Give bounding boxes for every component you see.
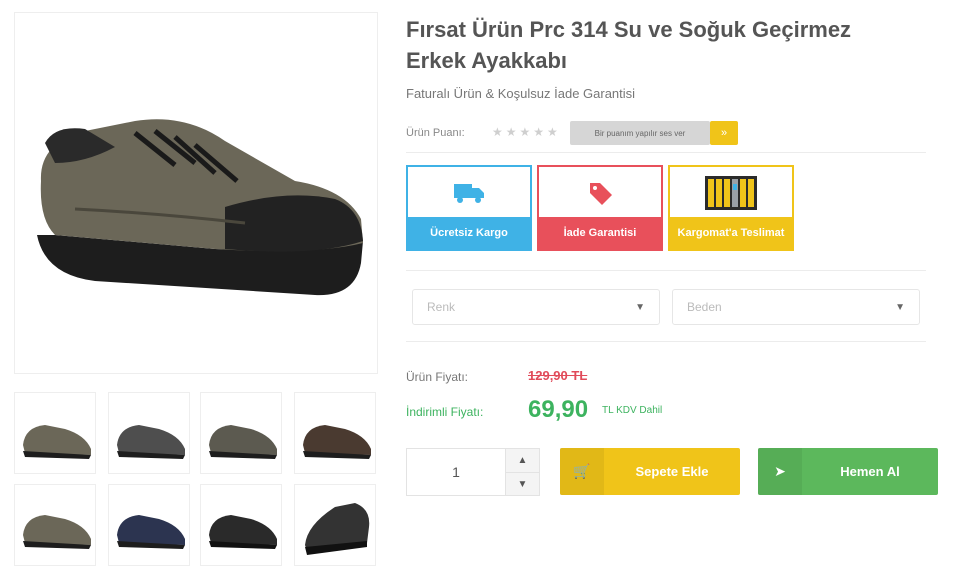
variant-selectors: Renk ▼ Beden ▼ bbox=[406, 270, 926, 342]
product-title: Fırsat Ürün Prc 314 Su ve Soğuk Geçirmez… bbox=[406, 17, 852, 73]
thumbnail-5[interactable] bbox=[14, 484, 96, 566]
buy-now-label: Hemen Al bbox=[840, 464, 900, 479]
rocket-icon: ➤ bbox=[758, 448, 802, 495]
size-select[interactable]: Beden ▼ bbox=[672, 289, 920, 325]
kargomat-delivery-label: Kargomat'a Teslimat bbox=[670, 217, 792, 249]
rating-row: Ürün Puanı: ★★★★★ Bir puanım yapılır ses… bbox=[406, 121, 926, 153]
thumbnail-shoe-image bbox=[305, 503, 370, 555]
size-select-placeholder: Beden bbox=[687, 300, 722, 314]
color-select-placeholder: Renk bbox=[427, 300, 456, 314]
old-price-label: Ürün Fiyatı: bbox=[406, 370, 469, 384]
add-to-cart-button[interactable]: 🛒 Sepete Ekle bbox=[560, 448, 740, 495]
quantity-stepper: 1 ▲ ▼ bbox=[406, 448, 540, 496]
thumbnail-1[interactable] bbox=[14, 392, 96, 474]
product-subtitle: Faturalı Ürün & Koşulsuz İade Garantisi bbox=[406, 86, 636, 101]
shoe-image bbox=[37, 119, 364, 296]
new-price-tail: TL KDV Dahil bbox=[602, 405, 663, 416]
chevron-down-icon: ▼ bbox=[635, 302, 645, 313]
rating-stars[interactable]: ★★★★★ bbox=[492, 125, 561, 139]
add-to-cart-label: Sepete Ekle bbox=[635, 464, 709, 479]
thumbnail-shoe-image bbox=[23, 515, 91, 549]
free-shipping-label: Ücretsiz Kargo bbox=[408, 217, 530, 249]
old-price: 129,90 TL bbox=[528, 368, 588, 383]
thumbnail-shoe-image bbox=[117, 515, 185, 549]
thumbnail-8[interactable] bbox=[294, 484, 376, 566]
vote-go-button[interactable]: » bbox=[710, 121, 738, 145]
new-price: 69,90 bbox=[528, 396, 589, 423]
thumbnail-4[interactable] bbox=[294, 392, 376, 474]
thumbnail-shoe-image bbox=[117, 425, 185, 459]
free-shipping-box: Ücretsiz Kargo bbox=[406, 165, 532, 251]
truck-icon bbox=[454, 184, 484, 203]
thumbnail-2[interactable] bbox=[108, 392, 190, 474]
return-guarantee-label: İade Garantisi bbox=[539, 217, 661, 249]
main-product-image[interactable] bbox=[14, 12, 378, 374]
rating-label: Ürün Puanı: bbox=[406, 127, 465, 139]
cart-icon: 🛒 bbox=[560, 448, 604, 495]
tag-icon bbox=[590, 183, 612, 205]
quantity-input[interactable]: 1 bbox=[407, 449, 505, 495]
thumbnail-shoe-image bbox=[23, 425, 91, 459]
kargomat-delivery-box: Kargomat'a Teslimat bbox=[668, 165, 794, 251]
thumbnail-shoe-image bbox=[209, 425, 277, 459]
return-guarantee-box: İade Garantisi bbox=[537, 165, 663, 251]
buy-now-button[interactable]: ➤ Hemen Al bbox=[758, 448, 938, 495]
locker-icon bbox=[705, 176, 757, 210]
thumbnail-shoe-image bbox=[303, 425, 371, 459]
new-price-label: İndirimli Fiyatı: bbox=[406, 405, 484, 419]
thumbnail-7[interactable] bbox=[200, 484, 282, 566]
thumbnail-3[interactable] bbox=[200, 392, 282, 474]
thumbnail-6[interactable] bbox=[108, 484, 190, 566]
vote-button[interactable]: Bir puanım yapılır ses ver bbox=[570, 121, 710, 145]
thumbnail-shoe-image bbox=[209, 515, 277, 549]
color-select[interactable]: Renk ▼ bbox=[412, 289, 660, 325]
quantity-decrease-button[interactable]: ▼ bbox=[505, 472, 539, 495]
chevron-down-icon: ▼ bbox=[895, 302, 905, 313]
quantity-increase-button[interactable]: ▲ bbox=[505, 449, 539, 472]
